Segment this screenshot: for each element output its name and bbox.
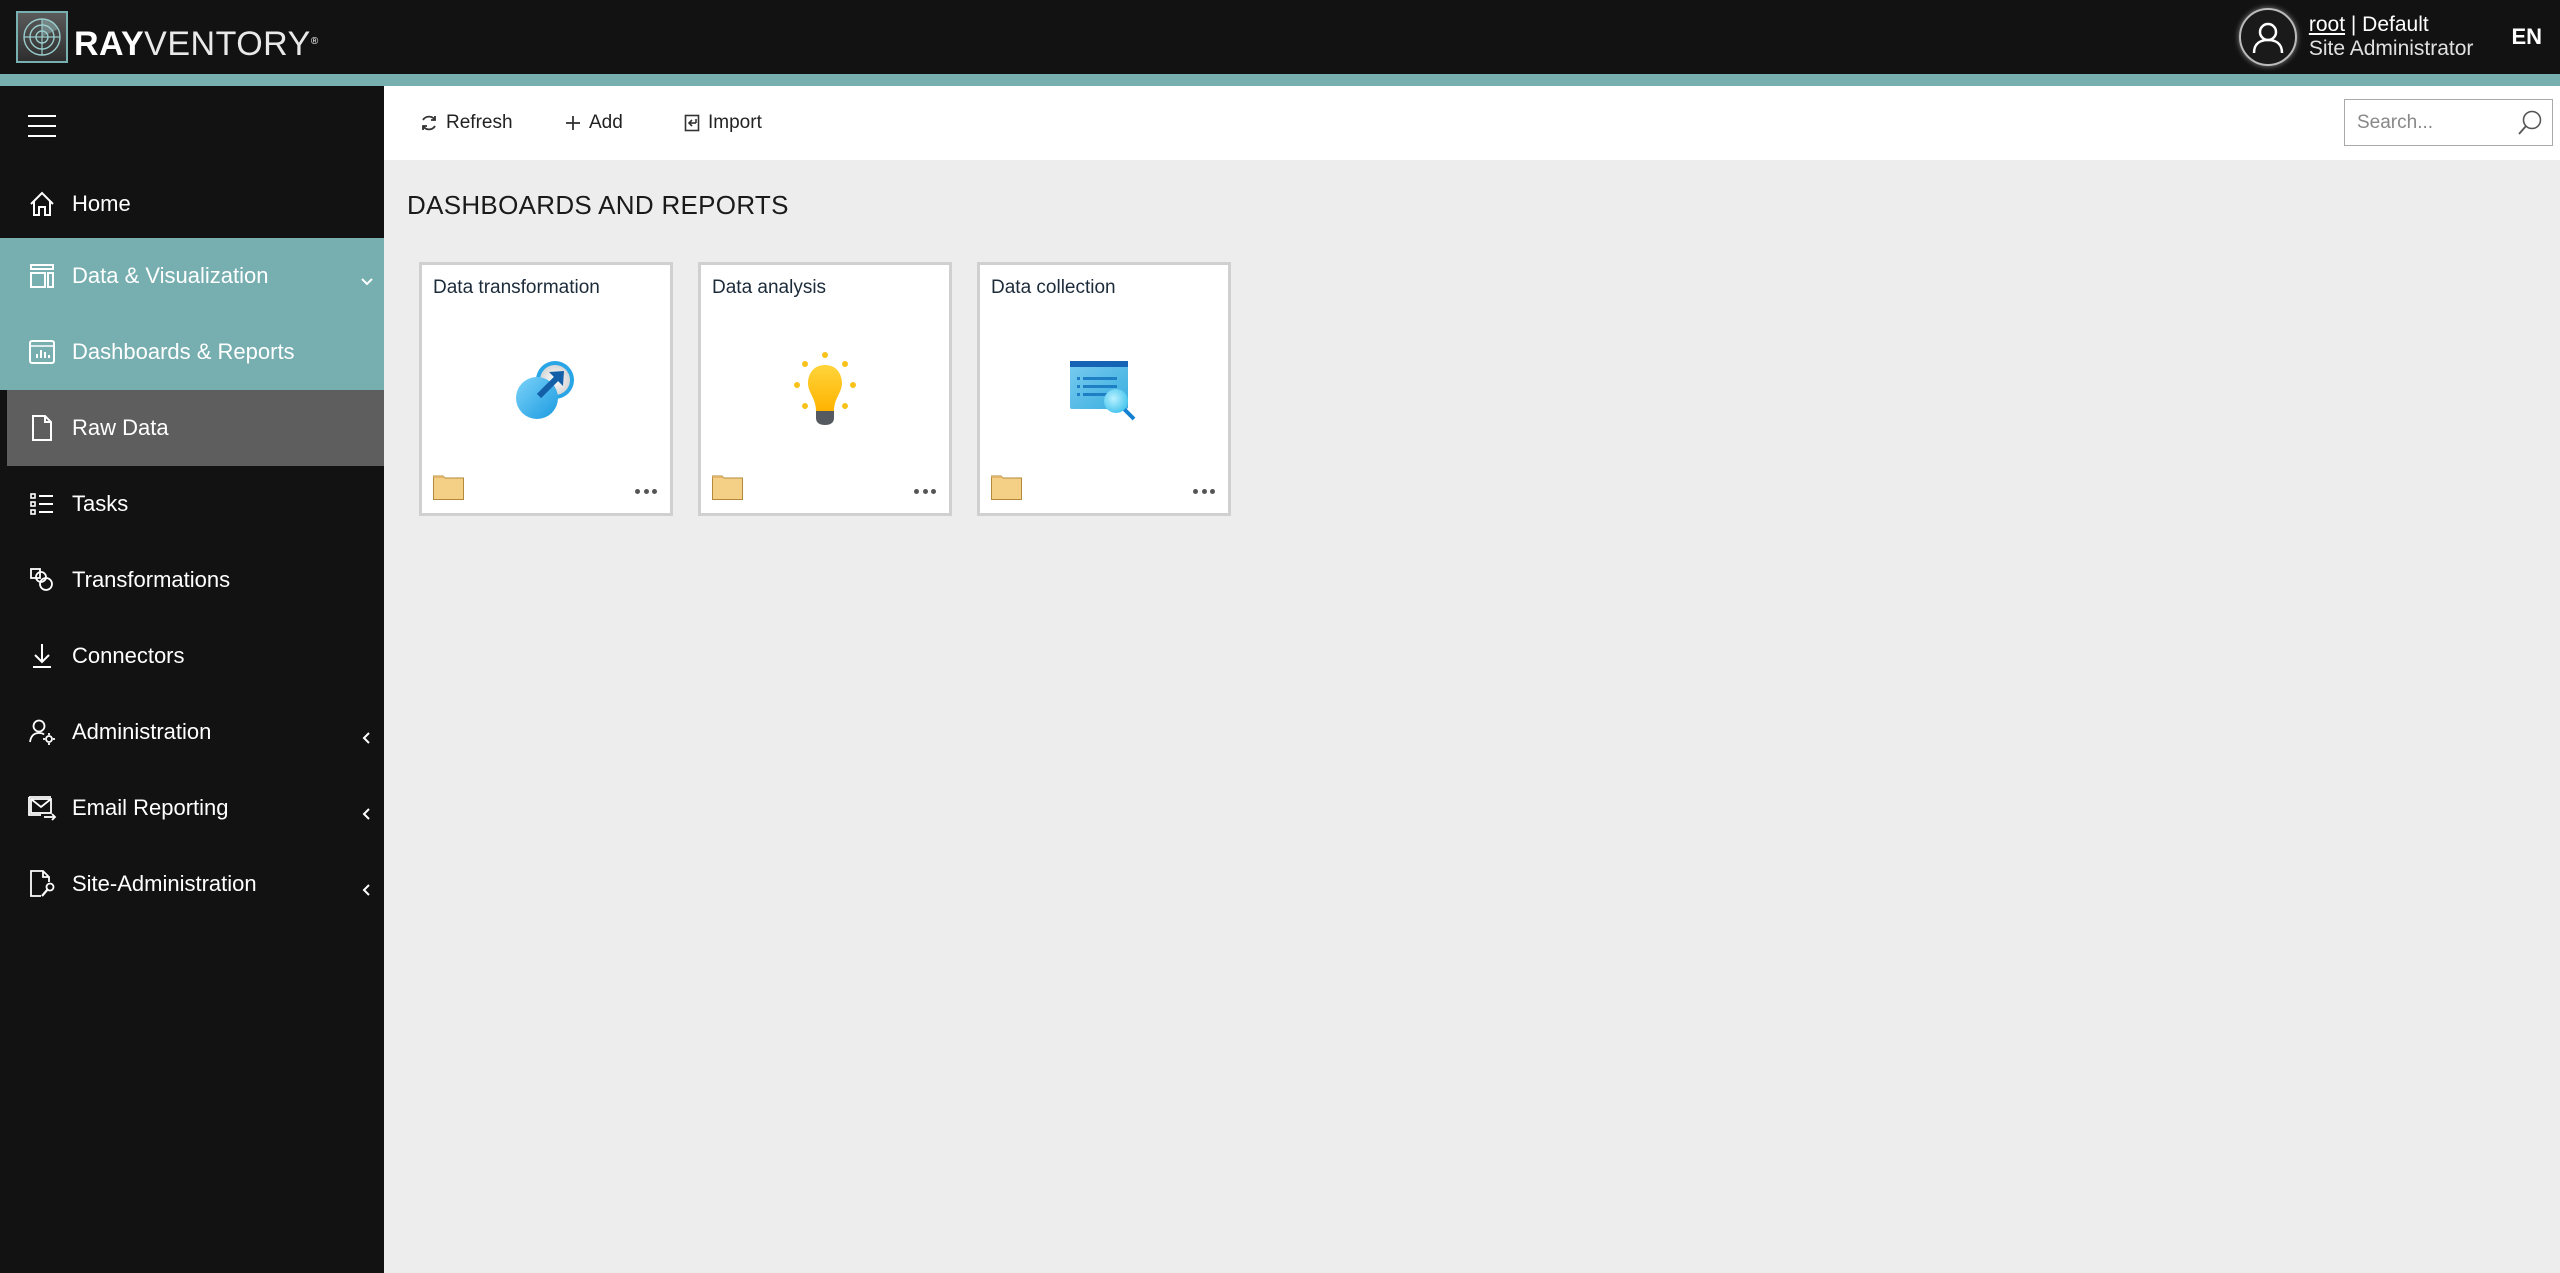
shapes-icon: [27, 565, 57, 595]
hamburger-icon[interactable]: [28, 115, 56, 137]
dashboard-chart-icon: [27, 337, 57, 367]
layout-icon: [27, 261, 57, 291]
logo-wordmark: RAYVENTORY®: [74, 25, 319, 63]
more-options-icon[interactable]: [1193, 489, 1215, 495]
toolbar: Refresh Add Import: [384, 86, 2560, 160]
folder-icon[interactable]: [991, 473, 1022, 500]
download-icon: [27, 641, 57, 671]
sidebar-item-email-reporting[interactable]: Email Reporting: [0, 770, 384, 846]
search-box: [2344, 99, 2553, 146]
plus-icon: [565, 115, 581, 131]
more-options-icon[interactable]: [635, 489, 657, 495]
document-wrench-icon: [27, 869, 57, 899]
card-title: Data collection: [991, 277, 1116, 298]
card-title: Data analysis: [712, 277, 827, 298]
document-icon: [27, 413, 57, 443]
sidebar-item-label: Raw Data: [72, 415, 169, 440]
user-separator: |: [2345, 13, 2363, 36]
chevron-left-icon: [360, 725, 374, 744]
sidebar-item-label: Email Reporting: [72, 795, 229, 820]
sidebar-item-connectors[interactable]: Connectors: [0, 618, 384, 694]
import-icon: [684, 114, 700, 132]
radar-logo-icon: [16, 11, 68, 63]
data-collection-icon: [1064, 349, 1144, 429]
chevron-left-icon: [360, 801, 374, 820]
report-card-data-collection[interactable]: Data collection: [977, 262, 1231, 516]
sidebar-item-administration[interactable]: Administration: [0, 694, 384, 770]
sidebar-item-label: Site-Administration: [72, 871, 257, 896]
refresh-button[interactable]: Refresh: [420, 86, 513, 160]
sidebar-item-site-administration[interactable]: Site-Administration: [0, 846, 384, 922]
more-options-icon[interactable]: [914, 489, 936, 495]
data-transformation-icon: [506, 349, 586, 429]
page-title: DASHBOARDS AND REPORTS: [407, 190, 789, 220]
lightbulb-icon: [785, 349, 865, 429]
sidebar-item-transformations[interactable]: Transformations: [0, 542, 384, 618]
task-list-icon: [27, 489, 57, 519]
home-icon: [27, 189, 57, 219]
sidebar-item-home[interactable]: Home: [0, 166, 384, 242]
add-label: Add: [589, 112, 623, 133]
language-selector[interactable]: EN: [2511, 24, 2542, 50]
card-title: Data transformation: [433, 277, 600, 298]
import-button[interactable]: Import: [684, 86, 762, 160]
sidebar-item-label: Connectors: [72, 643, 185, 668]
folder-icon[interactable]: [433, 473, 464, 500]
search-input[interactable]: [2345, 100, 2515, 145]
user-info: root | Default Site Administrator: [2309, 13, 2474, 61]
sidebar: Home Data & Visualization Dashboards & R…: [0, 86, 384, 1273]
report-card-data-analysis[interactable]: Data analysis: [698, 262, 952, 516]
chevron-left-icon: [360, 877, 374, 896]
search-icon[interactable]: [2516, 109, 2544, 142]
sidebar-item-label: Transformations: [72, 567, 231, 592]
sidebar-item-data-visualization[interactable]: Data & Visualization: [0, 238, 384, 314]
import-label: Import: [708, 112, 762, 133]
sidebar-item-label: Administration: [72, 719, 212, 744]
user-role: Site Administrator: [2308, 37, 2474, 60]
sidebar-item-label: Tasks: [72, 491, 129, 516]
user-name-link[interactable]: root: [2309, 13, 2345, 36]
refresh-icon: [420, 114, 438, 132]
sidebar-item-label: Data & Visualization: [72, 263, 269, 288]
mail-send-icon: [27, 793, 57, 823]
add-button[interactable]: Add: [565, 86, 623, 160]
user-area: root | Default Site Administrator EN: [2238, 0, 2560, 74]
rayventory-logo[interactable]: RAYVENTORY®: [16, 11, 319, 63]
accent-stripe: [0, 74, 2560, 86]
sidebar-item-label: Home: [72, 191, 131, 216]
top-bar: RAYVENTORY® root | Default Site Administ…: [0, 0, 2560, 74]
user-avatar-icon[interactable]: [2238, 8, 2297, 66]
chevron-down-icon: [360, 269, 374, 286]
tenant-name: Default: [2362, 13, 2429, 36]
refresh-label: Refresh: [446, 112, 513, 133]
folder-icon[interactable]: [712, 473, 743, 500]
report-card-data-transformation[interactable]: Data transformation: [419, 262, 673, 516]
user-gear-icon: [27, 717, 57, 747]
sidebar-item-dashboards-reports[interactable]: Dashboards & Reports: [0, 314, 384, 390]
sidebar-item-label: Dashboards & Reports: [72, 339, 295, 364]
sidebar-item-raw-data[interactable]: Raw Data: [7, 390, 384, 466]
sidebar-item-tasks[interactable]: Tasks: [0, 466, 384, 542]
